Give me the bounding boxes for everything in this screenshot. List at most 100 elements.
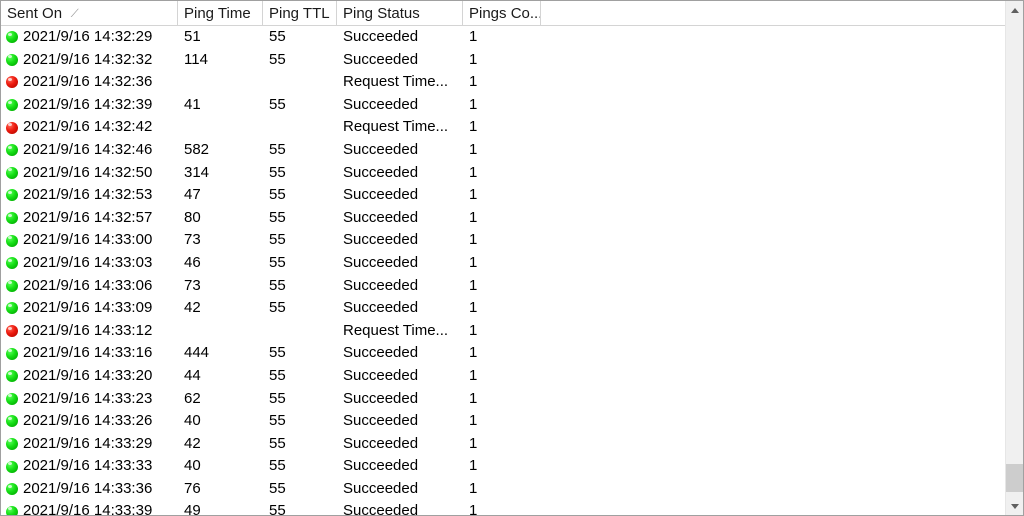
table-row[interactable]: 2021/9/16 14:33:20 44 55 Succeeded 1 xyxy=(1,365,1005,388)
status-failed-icon xyxy=(6,121,18,134)
table-row[interactable]: 2021/9/16 14:33:06 73 55 Succeeded 1 xyxy=(1,275,1005,298)
table-row[interactable]: 2021/9/16 14:33:33 40 55 Succeeded 1 xyxy=(1,455,1005,478)
cell-pings_count: 1 xyxy=(469,412,478,430)
cell-ping_status: Succeeded xyxy=(343,163,419,181)
column-header-pings_count[interactable]: Pings Co... xyxy=(463,1,541,25)
cell-text: 2021/9/16 14:32:29 xyxy=(23,28,153,45)
table-row[interactable]: 2021/9/16 14:32:46 582 55 Succeeded 1 xyxy=(1,139,1005,162)
table-row[interactable]: 2021/9/16 14:32:57 80 55 Succeeded 1 xyxy=(1,207,1005,230)
cell-ping_ttl: 55 xyxy=(269,163,286,181)
cell-ping_status: Succeeded xyxy=(343,231,419,249)
table-row[interactable]: 2021/9/16 14:32:50 314 55 Succeeded 1 xyxy=(1,162,1005,185)
status-succeeded-icon xyxy=(6,212,18,225)
cell-ping_status: Succeeded xyxy=(343,186,419,204)
cell-ping_ttl: 55 xyxy=(269,389,286,407)
sort-ascending-icon: ⁄ xyxy=(72,6,78,20)
cell-sent_on: 2021/9/16 14:32:36 xyxy=(1,71,178,94)
table-row[interactable]: 2021/9/16 14:32:42 Request Time... 1 xyxy=(1,116,1005,139)
cell-text: 2021/9/16 14:33:39 xyxy=(23,502,153,515)
cell-sent_on: 2021/9/16 14:32:50 xyxy=(1,162,178,185)
cell-pings_count: 1 xyxy=(469,186,478,204)
cell-ping_time: 114 xyxy=(184,50,208,68)
cell-ping_ttl: 55 xyxy=(269,344,286,362)
status-succeeded-icon xyxy=(6,99,18,112)
column-header-ping_ttl[interactable]: Ping TTL xyxy=(263,1,337,25)
cell-ping_status: Succeeded xyxy=(343,344,419,362)
cell-ping_status: Succeeded xyxy=(343,50,419,68)
cell-sent_on: 2021/9/16 14:33:12 xyxy=(1,320,178,343)
cell-text: 2021/9/16 14:33:00 xyxy=(23,231,153,249)
cell-ping_status: Succeeded xyxy=(343,253,419,271)
cell-sent_on: 2021/9/16 14:33:06 xyxy=(1,275,178,298)
status-succeeded-icon xyxy=(6,144,18,157)
status-succeeded-icon xyxy=(6,53,18,66)
cell-sent_on: 2021/9/16 14:32:32 xyxy=(1,49,178,72)
cell-ping_status: Succeeded xyxy=(343,479,419,497)
ping-results-window: Sent On ⁄ Ping Time Ping TTL Ping Status Ping… xyxy=(0,0,1024,516)
cell-sent_on: 2021/9/16 14:32:53 xyxy=(1,184,178,207)
column-header-ping_time[interactable]: Ping Time xyxy=(178,1,263,25)
cell-ping_status: Succeeded xyxy=(343,457,419,475)
cell-ping_status: Succeeded xyxy=(343,389,419,407)
table-row[interactable]: 2021/9/16 14:32:53 47 55 Succeeded 1 xyxy=(1,184,1005,207)
vertical-scrollbar[interactable] xyxy=(1005,1,1023,515)
cell-text: 2021/9/16 14:33:20 xyxy=(23,366,153,384)
cell-sent_on: 2021/9/16 14:33:39 xyxy=(1,500,178,515)
cell-ping_time: 44 xyxy=(184,366,201,384)
cell-pings_count: 1 xyxy=(469,434,478,452)
cell-pings_count: 1 xyxy=(469,163,478,181)
table-row[interactable]: 2021/9/16 14:33:39 49 55 Succeeded 1 xyxy=(1,500,1005,515)
scroll-up-button[interactable] xyxy=(1006,1,1023,19)
cell-text: 2021/9/16 14:32:42 xyxy=(23,118,153,136)
cell-pings_count: 1 xyxy=(469,140,478,158)
cell-ping_status: Succeeded xyxy=(343,434,419,452)
cell-ping_status: Succeeded xyxy=(343,208,419,226)
table-row[interactable]: 2021/9/16 14:33:29 42 55 Succeeded 1 xyxy=(1,433,1005,456)
chevron-up-icon xyxy=(1010,7,1019,13)
cell-text: 2021/9/16 14:32:53 xyxy=(23,186,153,204)
cell-ping_ttl: 55 xyxy=(269,457,286,475)
cell-ping_status: Request Time... xyxy=(343,73,449,91)
table-row[interactable]: 2021/9/16 14:32:29 51 55 Succeeded 1 xyxy=(1,26,1005,49)
table-row[interactable]: 2021/9/16 14:33:00 73 55 Succeeded 1 xyxy=(1,229,1005,252)
cell-ping_status: Succeeded xyxy=(343,502,419,515)
cell-ping_ttl: 55 xyxy=(269,208,286,226)
table-row[interactable]: 2021/9/16 14:33:16 444 55 Succeeded 1 xyxy=(1,342,1005,365)
cell-pings_count: 1 xyxy=(469,366,478,384)
table-row[interactable]: 2021/9/16 14:32:36 Request Time... 1 xyxy=(1,71,1005,94)
column-header-sent_on[interactable]: Sent On ⁄ xyxy=(1,1,178,25)
table-row[interactable]: 2021/9/16 14:32:32 114 55 Succeeded 1 xyxy=(1,49,1005,72)
cell-ping_time: 47 xyxy=(184,186,201,204)
cell-ping_status: Request Time... xyxy=(343,118,449,136)
cell-pings_count: 1 xyxy=(469,457,478,475)
table-row[interactable]: 2021/9/16 14:33:03 46 55 Succeeded 1 xyxy=(1,252,1005,275)
table-row[interactable]: 2021/9/16 14:33:26 40 55 Succeeded 1 xyxy=(1,410,1005,433)
table-row[interactable]: 2021/9/16 14:33:36 76 55 Succeeded 1 xyxy=(1,478,1005,501)
cell-sent_on: 2021/9/16 14:33:23 xyxy=(1,388,178,411)
cell-sent_on: 2021/9/16 14:33:36 xyxy=(1,478,178,501)
cell-pings_count: 1 xyxy=(469,479,478,497)
status-succeeded-icon xyxy=(6,257,18,270)
cell-text: 2021/9/16 14:33:33 xyxy=(23,457,153,475)
cell-ping_ttl: 55 xyxy=(269,140,286,158)
column-header-filler xyxy=(541,1,1005,25)
cell-ping_time: 51 xyxy=(184,28,201,45)
scroll-down-button[interactable] xyxy=(1006,497,1023,515)
table-row[interactable]: 2021/9/16 14:33:23 62 55 Succeeded 1 xyxy=(1,388,1005,411)
cell-ping_ttl: 55 xyxy=(269,186,286,204)
cell-ping_status: Succeeded xyxy=(343,140,419,158)
cell-text: 2021/9/16 14:32:36 xyxy=(23,73,153,91)
status-succeeded-icon xyxy=(6,31,18,44)
scrollbar-thumb[interactable] xyxy=(1006,464,1023,492)
cell-sent_on: 2021/9/16 14:33:29 xyxy=(1,433,178,456)
cell-sent_on: 2021/9/16 14:32:57 xyxy=(1,207,178,230)
status-succeeded-icon xyxy=(6,166,18,179)
cell-ping_time: 73 xyxy=(184,231,201,249)
cell-ping_time: 40 xyxy=(184,457,201,475)
status-succeeded-icon xyxy=(6,415,18,428)
table-row[interactable]: 2021/9/16 14:33:12 Request Time... 1 xyxy=(1,320,1005,343)
column-header-ping_status[interactable]: Ping Status xyxy=(337,1,463,25)
cell-ping_status: Request Time... xyxy=(343,321,449,339)
table-row[interactable]: 2021/9/16 14:32:39 41 55 Succeeded 1 xyxy=(1,94,1005,117)
table-row[interactable]: 2021/9/16 14:33:09 42 55 Succeeded 1 xyxy=(1,297,1005,320)
